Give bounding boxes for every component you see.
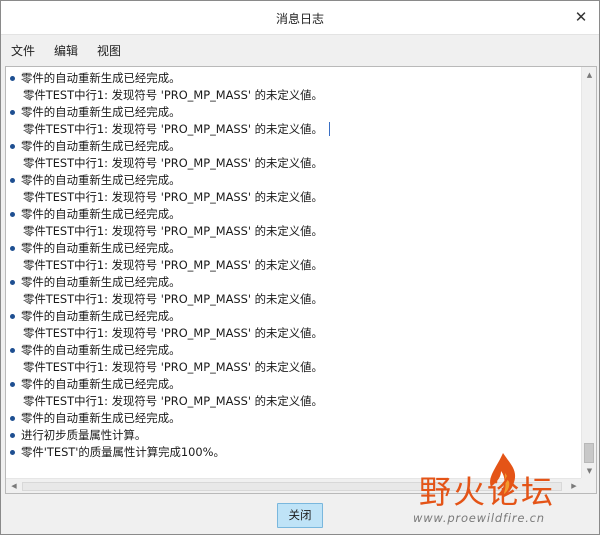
bullet-icon [10,76,15,81]
log-line-text: 零件TEST中行1: 发现符号 'PRO_MP_MASS' 的未定义値。 [23,122,323,136]
bullet-icon [10,280,15,285]
bullet-icon [10,144,15,149]
log-line: 零件的自动重新生成已经完成。 [6,138,582,155]
bullet-icon [10,314,15,319]
bullet-icon [10,110,15,115]
watermark-url: www.proewildfire.cn [413,511,545,525]
log-line-text: 零件TEST中行1: 发现符号 'PRO_MP_MASS' 的未定义値。 [23,224,323,238]
log-line: 零件TEST中行1: 发现符号 'PRO_MP_MASS' 的未定义値。 [6,155,582,172]
log-line: 零件的自动重新生成已经完成。 [6,376,582,393]
log-line: 零件的自动重新生成已经完成。 [6,410,582,427]
log-line-text: 零件TEST中行1: 发现符号 'PRO_MP_MASS' 的未定义値。 [23,394,323,408]
log-line: 零件TEST中行1: 发现符号 'PRO_MP_MASS' 的未定义値。 [6,87,582,104]
menu-file[interactable]: 文件 [11,42,35,59]
bullet-icon [10,433,15,438]
scroll-left-icon[interactable]: ◀ [7,479,21,494]
log-line-text: 零件的自动重新生成已经完成。 [21,343,181,357]
log-line-text: 零件TEST中行1: 发现符号 'PRO_MP_MASS' 的未定义値。 [23,156,323,170]
log-line: 零件TEST中行1: 发现符号 'PRO_MP_MASS' 的未定义値。 [6,189,582,206]
bullet-icon [10,178,15,183]
log-line-text: 零件TEST中行1: 发现符号 'PRO_MP_MASS' 的未定义値。 [23,292,323,306]
log-line-text: 零件的自动重新生成已经完成。 [21,241,181,255]
log-line: 零件的自动重新生成已经完成。 [6,274,582,291]
log-line: 零件的自动重新生成已经完成。 [6,308,582,325]
log-line: 零件的自动重新生成已经完成。 [6,104,582,121]
log-line-text: 零件的自动重新生成已经完成。 [21,411,181,425]
log-line-text: 零件TEST中行1: 发现符号 'PRO_MP_MASS' 的未定义値。 [23,190,323,204]
bullet-icon [10,246,15,251]
log-text-area[interactable]: 零件的自动重新生成已经完成。零件TEST中行1: 发现符号 'PRO_MP_MA… [6,67,582,479]
bullet-icon [10,450,15,455]
log-line-text: 零件的自动重新生成已经完成。 [21,105,181,119]
log-line-text: 零件TEST中行1: 发现符号 'PRO_MP_MASS' 的未定义値。 [23,258,323,272]
bullet-icon [10,416,15,421]
window-title: 消息日志 [275,12,324,26]
message-log-window: 消息日志 ✕ 文件 编辑 视图 零件的自动重新生成已经完成。零件TEST中行1:… [0,0,600,535]
log-line-text: 零件的自动重新生成已经完成。 [21,71,181,85]
menu-edit[interactable]: 编辑 [54,42,78,59]
log-line: 零件TEST中行1: 发现符号 'PRO_MP_MASS' 的未定义値。 [6,325,582,342]
vertical-scrollbar[interactable]: ▲ ▼ [581,67,596,479]
bullet-icon [10,382,15,387]
log-line: 零件TEST中行1: 发现符号 'PRO_MP_MASS' 的未定义値。 [6,359,582,376]
log-panel: 零件的自动重新生成已经完成。零件TEST中行1: 发现符号 'PRO_MP_MA… [5,66,597,494]
watermark-logo: 野火论坛 www.proewildfire.cn [413,451,593,529]
close-icon[interactable]: ✕ [571,7,591,27]
log-line-text: 零件的自动重新生成已经完成。 [21,275,181,289]
log-line-text: 零件'TEST'的质量属性计算完成100%。 [21,445,225,459]
log-line-text: 零件的自动重新生成已经完成。 [21,173,181,187]
log-line: 零件的自动重新生成已经完成。 [6,172,582,189]
log-line-text: 零件的自动重新生成已经完成。 [21,139,181,153]
log-line: 零件的自动重新生成已经完成。 [6,240,582,257]
bullet-icon [10,212,15,217]
scroll-up-icon[interactable]: ▲ [582,68,597,82]
log-line: 零件TEST中行1: 发现符号 'PRO_MP_MASS' 的未定义値。 [6,291,582,308]
log-line-text: 进行初步质量属性计算。 [21,428,147,442]
log-line-text: 零件的自动重新生成已经完成。 [21,309,181,323]
log-line: 零件TEST中行1: 发现符号 'PRO_MP_MASS' 的未定义値。 [6,393,582,410]
log-line: 零件TEST中行1: 发现符号 'PRO_MP_MASS' 的未定义値。 [6,121,582,138]
log-line-text: 零件TEST中行1: 发现符号 'PRO_MP_MASS' 的未定义値。 [23,88,323,102]
text-cursor [328,122,330,136]
watermark-title: 野火论坛 [419,473,556,511]
log-line: 零件TEST中行1: 发现符号 'PRO_MP_MASS' 的未定义値。 [6,257,582,274]
log-line: 进行初步质量属性计算。 [6,427,582,444]
title-bar: 消息日志 ✕ [1,1,599,35]
log-line: 零件TEST中行1: 发现符号 'PRO_MP_MASS' 的未定义値。 [6,223,582,240]
bullet-icon [10,348,15,353]
log-line: 零件的自动重新生成已经完成。 [6,206,582,223]
close-button[interactable]: 关闭 [277,503,323,528]
log-line-text: 零件的自动重新生成已经完成。 [21,377,181,391]
menu-bar: 文件 编辑 视图 [1,35,599,65]
log-line: 零件的自动重新生成已经完成。 [6,342,582,359]
log-line-text: 零件TEST中行1: 发现符号 'PRO_MP_MASS' 的未定义値。 [23,326,323,340]
log-line-text: 零件TEST中行1: 发现符号 'PRO_MP_MASS' 的未定义値。 [23,360,323,374]
log-line: 零件的自动重新生成已经完成。 [6,70,582,87]
log-line-text: 零件的自动重新生成已经完成。 [21,207,181,221]
menu-view[interactable]: 视图 [97,42,121,59]
